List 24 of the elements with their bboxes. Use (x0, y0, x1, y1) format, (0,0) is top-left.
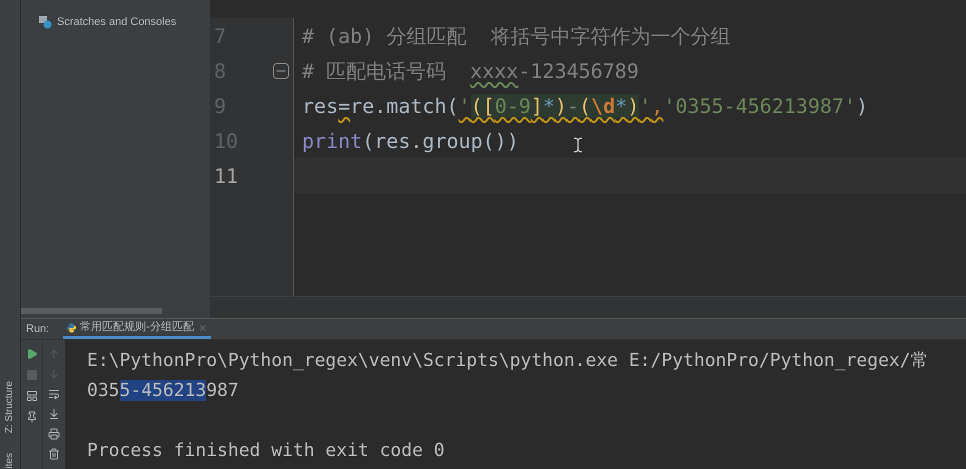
tool-window-tab[interactable]: Z: Structure (5, 381, 15, 434)
code-line: # 匹配电话号码 xxxx-123456789 (302, 58, 639, 84)
project-tree-item[interactable]: Scratches and Consoles (21, 12, 210, 32)
console-line: 0355-456213987 (87, 378, 239, 402)
scratch-console-icon (38, 15, 52, 29)
console-line: E:\PythonPro\Python_regex\venv\Scripts\python.exe E:/PythonPro/Python_regex/常 (87, 348, 929, 372)
soft-wrap-icon[interactable] (48, 388, 60, 400)
scroll-to-end-icon[interactable] (48, 408, 60, 420)
run-label: Run: (25, 322, 50, 337)
layout-icon[interactable] (26, 390, 38, 402)
trash-icon[interactable] (48, 448, 60, 460)
code-line: # (ab) 分组匹配 将括号中字符作为一个分组 (302, 22, 730, 50)
run-tab[interactable]: 常用匹配规则-分组匹配 (63, 319, 211, 339)
python-icon (67, 322, 76, 334)
tool-window-tab[interactable]: ites (5, 453, 15, 469)
pin-icon[interactable] (26, 411, 38, 423)
print-icon[interactable] (48, 428, 60, 440)
run-icon[interactable] (26, 348, 38, 360)
line-number: 11 (214, 162, 238, 190)
fold-icon[interactable] (273, 62, 289, 78)
console-line: Process finished with exit code 0 (87, 438, 445, 462)
horizontal-scrollbar[interactable] (21, 308, 162, 314)
code-line: print(res.group()) (302, 128, 519, 154)
code-line: res=re.match('([0-9]*)-(\d*)','0355-456213987') (302, 92, 868, 120)
